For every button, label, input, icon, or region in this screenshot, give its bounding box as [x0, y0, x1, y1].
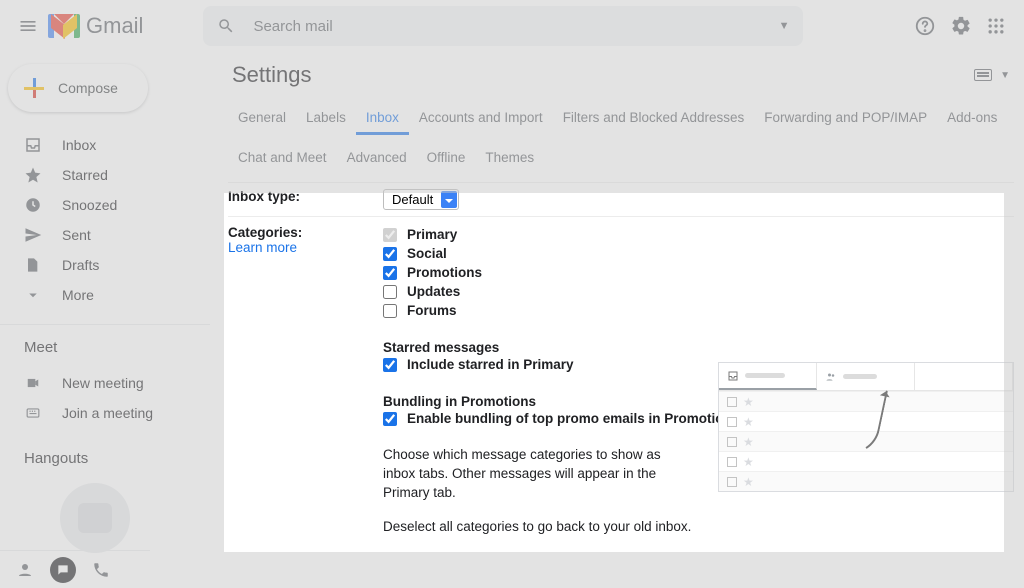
tab-inbox[interactable]: Inbox: [356, 104, 409, 135]
preview-tab-empty: [915, 363, 1013, 390]
file-icon: [24, 256, 44, 274]
inbox-mini-icon: [727, 370, 739, 382]
chevron-down-icon: [24, 286, 44, 304]
preview-tab-primary: [719, 363, 817, 390]
plus-icon: [24, 78, 44, 98]
categories-description-1: Choose which message categories to show …: [383, 446, 683, 503]
preview-row: ★: [719, 471, 1013, 491]
settings-tabs-row1: General Labels Inbox Accounts and Import…: [228, 104, 1014, 136]
primary-checkbox: [383, 228, 397, 242]
main-menu-button[interactable]: [8, 6, 48, 46]
join-meeting-button[interactable]: Join a meeting: [0, 398, 210, 428]
page-title: Settings: [232, 62, 312, 88]
tab-themes[interactable]: Themes: [475, 144, 544, 175]
contacts-icon[interactable]: [16, 561, 34, 579]
compose-label: Compose: [58, 80, 118, 96]
nav-drafts[interactable]: Drafts: [0, 250, 210, 280]
phone-icon[interactable]: [92, 561, 110, 579]
learn-more-link[interactable]: Learn more: [228, 240, 297, 255]
tab-forwarding[interactable]: Forwarding and POP/IMAP: [754, 104, 937, 135]
gmail-logo-icon: [48, 14, 80, 38]
tab-chat-meet[interactable]: Chat and Meet: [228, 144, 337, 175]
category-updates[interactable]: Updates: [383, 282, 1014, 301]
folder-nav-list: Inbox Starred Snoozed Sent Drafts More: [0, 126, 210, 314]
search-icon: [217, 17, 235, 35]
settings-tabs-row2: Chat and Meet Advanced Offline Themes: [228, 144, 1014, 176]
video-icon: [24, 376, 44, 390]
meet-nav-list: New meeting Join a meeting: [0, 364, 210, 432]
updates-checkbox[interactable]: [383, 285, 397, 299]
hangouts-section-header: Hangouts: [0, 432, 210, 475]
nav-sent[interactable]: Sent: [0, 220, 210, 250]
clock-icon: [24, 196, 44, 214]
keyboard-icon: [24, 406, 44, 420]
tab-offline[interactable]: Offline: [417, 144, 476, 175]
bundling-checkbox[interactable]: [383, 412, 397, 426]
input-tool-selector[interactable]: ▼: [974, 69, 1010, 81]
new-meeting-button[interactable]: New meeting: [0, 368, 210, 398]
tab-addons[interactable]: Add-ons: [937, 104, 1007, 135]
left-sidebar: Compose Inbox Starred Snoozed Sent Draft…: [0, 58, 210, 553]
nav-inbox[interactable]: Inbox: [0, 130, 210, 160]
hangouts-placeholder-icon: [60, 483, 130, 553]
hangouts-footer-bar: [0, 550, 150, 588]
category-promotions[interactable]: Promotions: [383, 263, 1014, 282]
app-header: Gmail Search mail ▼: [0, 0, 1024, 52]
categories-label: Categories:: [228, 225, 383, 240]
starred-messages-header: Starred messages: [383, 340, 1014, 355]
search-input[interactable]: Search mail ▼: [203, 6, 803, 46]
social-checkbox[interactable]: [383, 247, 397, 261]
category-social[interactable]: Social: [383, 244, 1014, 263]
preview-row: ★: [719, 451, 1013, 471]
search-placeholder: Search mail: [253, 18, 332, 35]
category-primary: Primary: [383, 225, 1014, 244]
search-options-caret-icon[interactable]: ▼: [779, 20, 790, 32]
apps-grid-icon[interactable]: [986, 16, 1006, 36]
inbox-type-select[interactable]: Default: [383, 189, 459, 210]
inbox-type-label: Inbox type:: [228, 189, 383, 210]
support-icon[interactable]: [914, 15, 936, 37]
nav-starred[interactable]: Starred: [0, 160, 210, 190]
inbox-preview-diagram: ★ ★ ★ ★ ★: [718, 362, 1014, 492]
category-forums[interactable]: Forums: [383, 301, 1014, 320]
include-starred-checkbox[interactable]: [383, 358, 397, 372]
tab-advanced[interactable]: Advanced: [337, 144, 417, 175]
product-name: Gmail: [86, 13, 143, 39]
promotions-checkbox[interactable]: [383, 266, 397, 280]
tab-general[interactable]: General: [228, 104, 296, 135]
tab-filters[interactable]: Filters and Blocked Addresses: [553, 104, 755, 135]
tab-labels[interactable]: Labels: [296, 104, 356, 135]
meet-section-header: Meet: [0, 325, 210, 364]
people-mini-icon: [825, 371, 837, 383]
settings-gear-icon[interactable]: [950, 15, 972, 37]
send-icon: [24, 226, 44, 244]
nav-more[interactable]: More: [0, 280, 210, 310]
star-icon: [24, 166, 44, 184]
hangouts-chat-icon[interactable]: [50, 557, 76, 583]
inbox-icon: [24, 136, 44, 154]
compose-button[interactable]: Compose: [8, 64, 148, 112]
nav-snoozed[interactable]: Snoozed: [0, 190, 210, 220]
tab-accounts[interactable]: Accounts and Import: [409, 104, 553, 135]
inbox-type-row: Inbox type: Default: [228, 182, 1014, 216]
forums-checkbox[interactable]: [383, 304, 397, 318]
categories-description-2: Deselect all categories to go back to yo…: [383, 519, 1014, 534]
keyboard-small-icon: [974, 69, 992, 81]
